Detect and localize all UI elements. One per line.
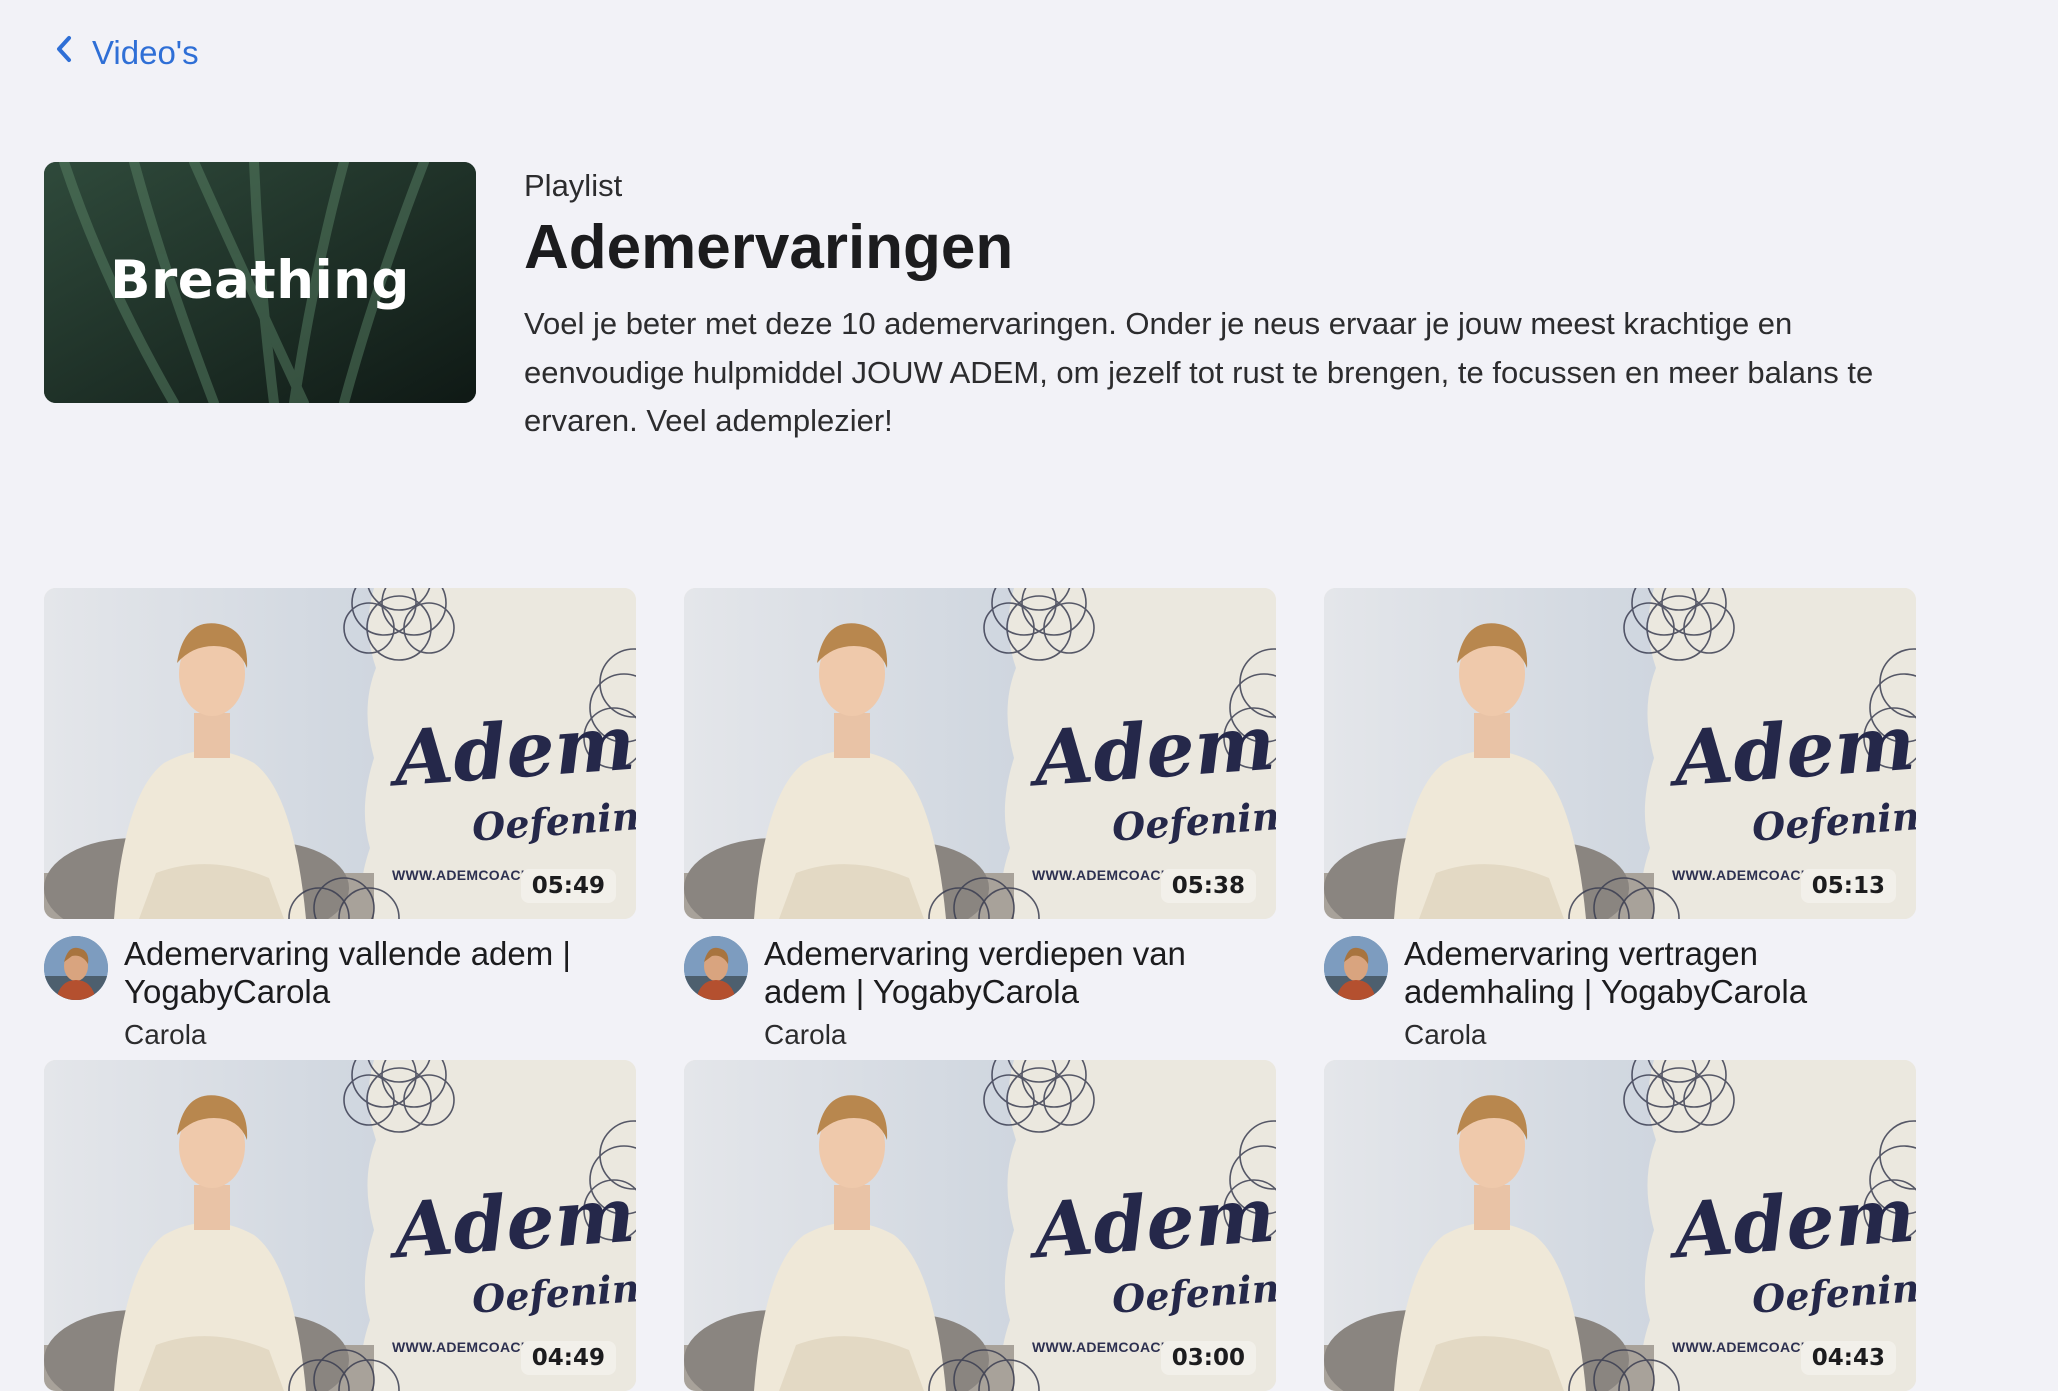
thumbnail-title: Adem <box>1031 697 1276 804</box>
video-thumbnail[interactable]: Adem Oefening WWW.ADEMCOACH 04:49 <box>44 1060 636 1391</box>
back-label: Video's <box>92 34 199 71</box>
video-card[interactable]: Adem Oefening WWW.ADEMCOACH 03:00 <box>684 1060 1276 1391</box>
avatar <box>44 936 108 1000</box>
cover-title: Breathing <box>110 250 410 311</box>
video-card[interactable]: Adem Oefening WWW.ADEMCOACH 05:49 Ademervar… <box>44 588 636 1059</box>
avatar-image <box>684 936 748 1000</box>
thumbnail-url: WWW.ADEMCOACH <box>392 867 532 883</box>
video-author: Carola <box>1404 1019 1487 1050</box>
duration-badge: 05:49 <box>520 869 616 903</box>
playlist-title: Ademervaringen <box>524 213 1014 282</box>
video-card[interactable]: Adem Oefening WWW.ADEMCOACH 05:38 Ademervar… <box>684 588 1276 1059</box>
avatar-image <box>44 936 108 1000</box>
video-meta: Ademervaring vertragen ademhaling | Yoga… <box>1324 919 1916 1059</box>
playlist-kicker: Playlist <box>524 168 623 203</box>
back-button[interactable]: Video's <box>52 34 199 72</box>
thumbnail-title: Adem <box>391 1169 636 1276</box>
duration-badge: 05:13 <box>1800 869 1896 903</box>
duration-badge: 05:38 <box>1160 869 1256 903</box>
thumbnail-url: WWW.ADEMCOACH <box>1032 867 1172 883</box>
video-author: Carola <box>124 1019 207 1050</box>
duration-badge: 04:43 <box>1800 1341 1896 1375</box>
playlist-cover: Breathing <box>44 162 476 403</box>
video-thumbnail[interactable]: Adem Oefening WWW.ADEMCOACH 05:13 <box>1324 588 1916 919</box>
thumbnail-url: WWW.ADEMCOACH <box>1032 1339 1172 1355</box>
duration-badge: 04:49 <box>520 1341 616 1375</box>
video-thumbnail[interactable]: Adem Oefening WWW.ADEMCOACH 05:38 <box>684 588 1276 919</box>
thumbnail-title: Adem <box>1671 1169 1916 1276</box>
playlist-description: Voel je beter met deze 10 ademervaringen… <box>524 306 1874 438</box>
video-meta: Ademervaring verdiepen van adem | Yogaby… <box>684 919 1276 1059</box>
thumbnail-title: Adem <box>1031 1169 1276 1276</box>
video-card[interactable]: Adem Oefening WWW.ADEMCOACH 04:49 <box>44 1060 636 1391</box>
video-thumbnail[interactable]: Adem Oefening WWW.ADEMCOACH 05:49 <box>44 588 636 919</box>
video-thumbnail[interactable]: Adem Oefening WWW.ADEMCOACH 04:43 <box>1324 1060 1916 1391</box>
video-thumbnail[interactable]: Adem Oefening WWW.ADEMCOACH 03:00 <box>684 1060 1276 1391</box>
video-title[interactable]: Ademervaring verdiepen van adem | Yogaby… <box>764 935 1264 1011</box>
thumbnail-url: WWW.ADEMCOACH <box>1672 867 1812 883</box>
video-title[interactable]: Ademervaring vertragen ademhaling | Yoga… <box>1404 935 1904 1011</box>
video-card[interactable]: Adem Oefening WWW.ADEMCOACH 04:43 <box>1324 1060 1916 1391</box>
avatar-image <box>1324 936 1388 1000</box>
video-meta: Ademervaring vallende adem | YogabyCarol… <box>44 919 636 1059</box>
thumbnail-title: Adem <box>1671 697 1916 804</box>
duration-badge: 03:00 <box>1160 1341 1256 1375</box>
thumbnail-url: WWW.ADEMCOACH <box>1672 1339 1812 1355</box>
thumbnail-url: WWW.ADEMCOACH <box>392 1339 532 1355</box>
chevron-left-icon <box>52 34 76 72</box>
avatar <box>1324 936 1388 1000</box>
video-card[interactable]: Adem Oefening WWW.ADEMCOACH 05:13 Ademervar… <box>1324 588 1916 1059</box>
video-author: Carola <box>764 1019 847 1050</box>
thumbnail-title: Adem <box>391 697 636 804</box>
video-title[interactable]: Ademervaring vallende adem | YogabyCarol… <box>124 935 624 1011</box>
avatar <box>684 936 748 1000</box>
